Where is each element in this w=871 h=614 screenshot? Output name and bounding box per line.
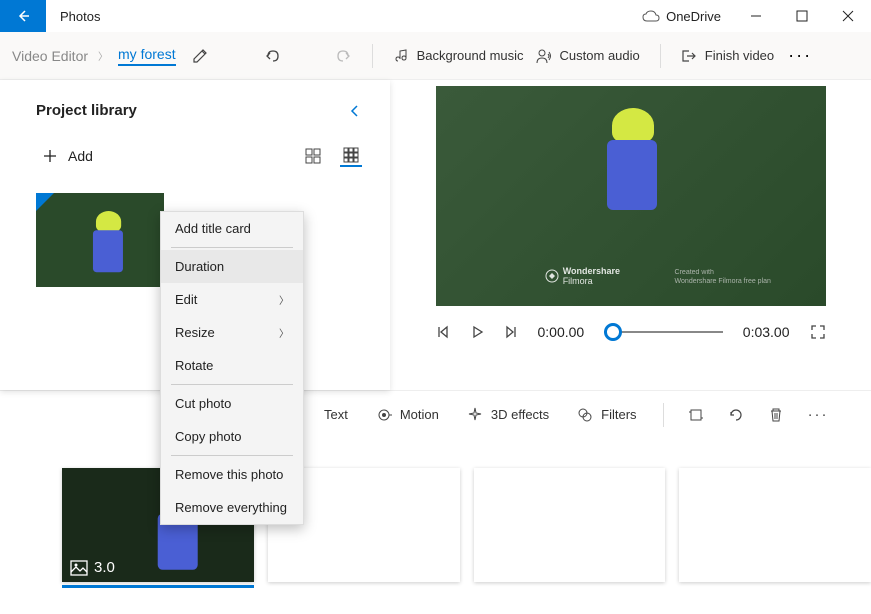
watermark-brand: Wondershare <box>563 266 620 276</box>
video-preview[interactable]: Wondershare Filmora Created with Wonders… <box>436 86 826 306</box>
seek-bar[interactable] <box>604 331 723 333</box>
storyboard: 3.0 <box>0 438 871 588</box>
next-frame-button[interactable] <box>504 325 518 339</box>
music-icon <box>393 48 409 64</box>
storyboard-toolbar: Text Motion 3D effects Filters ··· <box>0 390 871 438</box>
breadcrumb: Video Editor 〉 my forest <box>12 46 176 66</box>
chevron-right-icon: 〉 <box>98 48 108 63</box>
storyboard-more-button[interactable]: ··· <box>796 402 841 427</box>
custom-audio-label: Custom audio <box>560 48 640 63</box>
window-controls <box>733 0 871 32</box>
sparkle-icon <box>467 407 483 423</box>
ctx-add-title-card[interactable]: Add title card <box>161 212 303 245</box>
onedrive-label: OneDrive <box>666 9 721 24</box>
cloud-icon <box>642 10 660 22</box>
library-header: Project library <box>0 80 390 127</box>
view-small-button[interactable] <box>340 145 362 167</box>
fullscreen-button[interactable] <box>810 324 826 340</box>
ctx-duration[interactable]: Duration <box>161 250 303 283</box>
finish-video-button[interactable]: Finish video <box>675 44 780 68</box>
library-thumbnail[interactable] <box>36 193 164 287</box>
used-indicator <box>36 193 54 211</box>
crop-button[interactable] <box>676 403 716 427</box>
ctx-rotate[interactable]: Rotate <box>161 349 303 382</box>
more-button[interactable]: ··· <box>780 45 820 66</box>
divider <box>171 384 293 385</box>
ctx-resize[interactable]: Resize〉 <box>161 316 303 349</box>
ctx-edit[interactable]: Edit〉 <box>161 283 303 316</box>
chevron-right-icon: 〉 <box>279 292 289 307</box>
image-icon <box>70 560 88 576</box>
divider <box>171 247 293 248</box>
add-label: Add <box>68 148 93 164</box>
ctx-remove-all[interactable]: Remove everything <box>161 491 303 524</box>
undo-button[interactable] <box>258 43 288 69</box>
divider <box>171 455 293 456</box>
watermark: Wondershare Filmora <box>545 266 620 286</box>
current-time: 0:00.00 <box>538 324 585 340</box>
custom-audio-button[interactable]: Custom audio <box>530 44 646 68</box>
breadcrumb-root[interactable]: Video Editor <box>12 48 88 64</box>
3d-effects-button[interactable]: 3D effects <box>453 403 563 427</box>
filters-button[interactable]: Filters <box>563 403 650 427</box>
clip-selected-indicator <box>62 585 254 588</box>
playback-controls: 0:00.00 0:03.00 <box>436 324 826 340</box>
clip-duration: 3.0 <box>70 559 115 576</box>
text-button[interactable]: Text <box>310 403 362 426</box>
prev-frame-button[interactable] <box>436 325 450 339</box>
context-menu: Add title card Duration Edit〉 Resize〉 Ro… <box>160 211 304 525</box>
divider <box>660 44 661 68</box>
maximize-button[interactable] <box>779 0 825 32</box>
main-toolbar: Video Editor 〉 my forest Background musi… <box>0 32 871 80</box>
ctx-cut-photo[interactable]: Cut photo <box>161 387 303 420</box>
person-audio-icon <box>536 48 552 64</box>
export-icon <box>681 48 697 64</box>
total-time: 0:03.00 <box>743 324 790 340</box>
motion-button[interactable]: Motion <box>362 403 453 427</box>
main-area: Project library Add <box>0 80 871 390</box>
seek-handle[interactable] <box>604 323 622 341</box>
app-title: Photos <box>60 9 100 24</box>
ctx-copy-photo[interactable]: Copy photo <box>161 420 303 453</box>
breadcrumb-current[interactable]: my forest <box>118 46 176 66</box>
titlebar: Photos OneDrive <box>0 0 871 32</box>
chevron-right-icon: 〉 <box>279 325 289 340</box>
watermark-product: Filmora <box>563 276 620 286</box>
storyboard-empty-slot[interactable] <box>679 468 871 582</box>
redo-button[interactable] <box>328 43 358 69</box>
storyboard-empty-slot[interactable] <box>474 468 666 582</box>
finish-video-label: Finish video <box>705 48 774 63</box>
delete-button[interactable] <box>756 403 796 427</box>
filter-icon <box>577 407 593 423</box>
divider <box>372 44 373 68</box>
rotate-button[interactable] <box>716 403 756 427</box>
divider <box>663 403 664 427</box>
view-large-button[interactable] <box>302 145 324 167</box>
plus-icon <box>42 148 58 164</box>
collapse-button[interactable] <box>348 104 362 118</box>
close-button[interactable] <box>825 0 871 32</box>
motion-icon <box>376 407 392 423</box>
preview-panel: Wondershare Filmora Created with Wonders… <box>390 80 871 390</box>
rename-button[interactable] <box>192 48 208 64</box>
library-toolbar: Add <box>0 127 390 175</box>
play-button[interactable] <box>470 325 484 339</box>
bg-music-label: Background music <box>417 48 524 63</box>
onedrive-status[interactable]: OneDrive <box>642 9 721 24</box>
ctx-remove-photo[interactable]: Remove this photo <box>161 458 303 491</box>
back-button[interactable] <box>0 0 46 32</box>
watermark-note: Created with Wondershare Filmora free pl… <box>675 269 771 286</box>
minimize-button[interactable] <box>733 0 779 32</box>
background-music-button[interactable]: Background music <box>387 44 530 68</box>
add-button[interactable]: Add <box>42 148 93 164</box>
library-title: Project library <box>36 102 137 119</box>
